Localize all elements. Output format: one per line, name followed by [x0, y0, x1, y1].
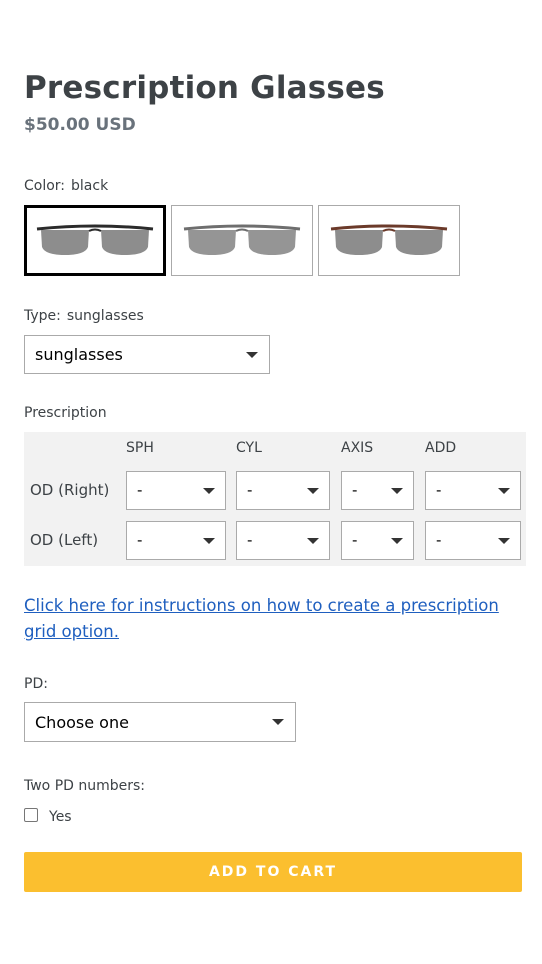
chevron-down-icon: [246, 351, 258, 358]
product-price: $50.00 USD: [24, 115, 136, 135]
two-pd-checkbox[interactable]: [24, 808, 38, 822]
right-add-select[interactable]: -: [425, 471, 521, 510]
chevron-down-icon: [391, 488, 403, 494]
right-cyl-select[interactable]: -: [236, 471, 330, 510]
left-axis-select[interactable]: -: [341, 521, 414, 560]
swatch-black[interactable]: [24, 205, 166, 276]
right-sph-value: -: [137, 481, 143, 499]
left-cyl-select[interactable]: -: [236, 521, 330, 560]
row-label-right: OD (Right): [30, 481, 110, 499]
left-sph-value: -: [137, 531, 143, 549]
chevron-down-icon: [307, 538, 319, 544]
type-selected-value: sunglasses: [66, 308, 144, 324]
prescription-grid: SPH CYL AXIS ADD OD (Right) - - - - OD (…: [24, 432, 526, 566]
chevron-down-icon: [391, 538, 403, 544]
color-label-text: Color:: [24, 178, 66, 194]
swatch-gray[interactable]: [171, 205, 313, 276]
right-add-value: -: [436, 481, 442, 499]
pd-select[interactable]: Choose one: [24, 702, 296, 742]
two-pd-label: Two PD numbers:: [24, 778, 146, 794]
chevron-down-icon: [203, 488, 215, 494]
right-cyl-value: -: [247, 481, 253, 499]
color-selected-value: black: [71, 178, 109, 194]
type-label: Type: sunglasses: [24, 308, 144, 324]
type-select-value: sunglasses: [35, 345, 123, 364]
chevron-down-icon: [272, 719, 284, 725]
chevron-down-icon: [498, 488, 510, 494]
right-sph-select[interactable]: -: [126, 471, 226, 510]
chevron-down-icon: [203, 538, 215, 544]
right-axis-select[interactable]: -: [341, 471, 414, 510]
column-header-cyl: CYL: [236, 440, 262, 456]
product-title: Prescription Glasses: [24, 70, 385, 106]
chevron-down-icon: [498, 538, 510, 544]
column-header-add: ADD: [425, 440, 457, 456]
left-sph-select[interactable]: -: [126, 521, 226, 560]
left-axis-value: -: [352, 531, 358, 549]
two-pd-option: Yes: [24, 805, 72, 825]
left-add-select[interactable]: -: [425, 521, 521, 560]
type-select[interactable]: sunglasses: [24, 335, 270, 374]
instructions-link[interactable]: Click here for instructions on how to cr…: [24, 593, 529, 645]
left-add-value: -: [436, 531, 442, 549]
left-cyl-value: -: [247, 531, 253, 549]
glasses-brown-icon: [330, 224, 448, 255]
two-pd-checkbox-label[interactable]: Yes: [49, 809, 72, 825]
glasses-gray-icon: [183, 224, 301, 255]
type-label-text: Type:: [24, 308, 61, 324]
add-to-cart-button[interactable]: ADD TO CART: [24, 852, 522, 892]
color-swatches: [24, 205, 460, 276]
glasses-black-icon: [36, 224, 154, 255]
row-label-left: OD (Left): [30, 531, 99, 549]
prescription-label: Prescription: [24, 405, 107, 421]
pd-label: PD:: [24, 676, 48, 692]
column-header-sph: SPH: [126, 440, 154, 456]
color-label: Color: black: [24, 178, 108, 194]
swatch-brown[interactable]: [318, 205, 460, 276]
pd-select-value: Choose one: [35, 712, 129, 732]
column-header-axis: AXIS: [341, 440, 374, 456]
right-axis-value: -: [352, 481, 358, 499]
chevron-down-icon: [307, 488, 319, 494]
